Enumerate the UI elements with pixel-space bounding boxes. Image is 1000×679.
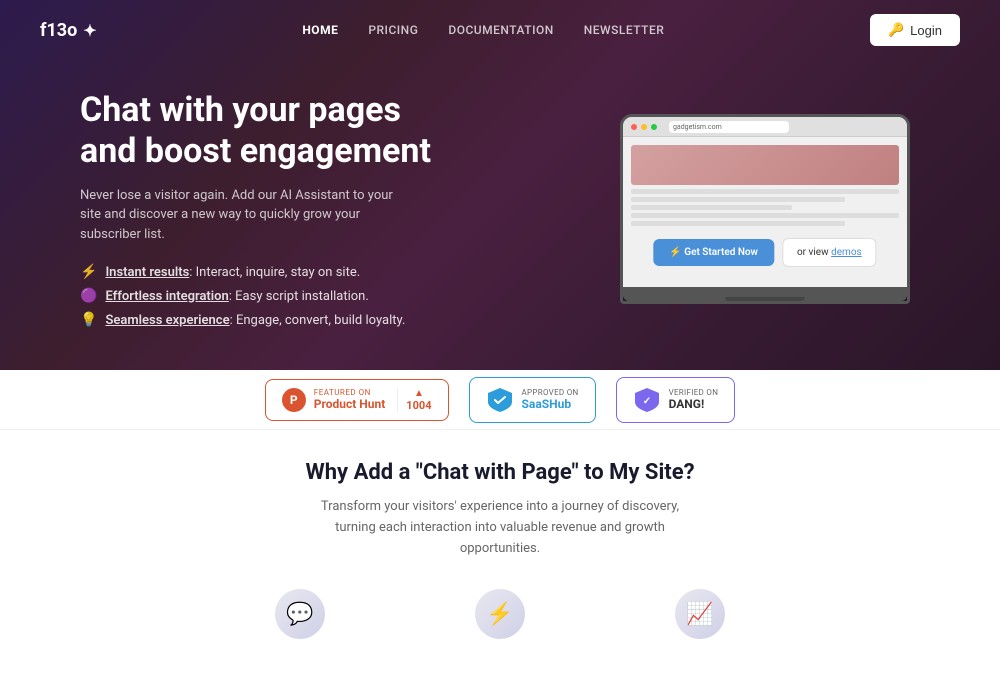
nav-pricing[interactable]: PRICING: [368, 23, 418, 37]
feature-integration: 🟣 Effortless integration: Easy script in…: [80, 288, 580, 304]
cta-primary-label: ⚡ Get Started Now: [669, 247, 758, 258]
feature-seamless-desc: : Engage, convert, build loyalty.: [230, 313, 406, 328]
producthunt-count: ▲ 1004: [397, 388, 431, 412]
upvote-count: 1004: [406, 399, 431, 412]
purple-icon: 🟣: [80, 288, 97, 304]
screen-image: [631, 145, 899, 185]
nav-newsletter[interactable]: NEWSLETTER: [584, 23, 665, 37]
saashub-approved: Approved on: [522, 388, 579, 397]
dang-shield-container: ✓: [633, 386, 661, 414]
logo-icon: ✦: [83, 21, 96, 40]
screen-line: [631, 221, 845, 226]
why-subtitle: Transform your visitors' experience into…: [310, 497, 690, 559]
svg-text:✓: ✓: [642, 396, 650, 407]
lightning-icon: ⚡: [80, 264, 97, 280]
feature-icon-engage: ⚡: [475, 589, 525, 639]
feature-instant-desc: : Interact, inquire, stay on site.: [189, 265, 360, 280]
producthunt-featured: FEATURED ON: [314, 388, 385, 397]
saashub-text: Approved on SaaSHub: [522, 388, 579, 411]
feature-card-engage: ⚡: [430, 589, 570, 639]
producthunt-icon: P: [282, 388, 306, 412]
screen-line: [631, 213, 899, 218]
screen-url: gadgetism.com: [669, 121, 789, 133]
dot-green: [651, 124, 657, 130]
hero-title: Chat with your pagesand boost engagement: [80, 90, 580, 172]
feature-integration-label: Effortless integration: [105, 289, 228, 304]
dang-text: Verified on DANG!: [669, 388, 719, 411]
nav-links: HOME PRICING DOCUMENTATION NEWSLETTER: [302, 23, 664, 37]
badges-section: P FEATURED ON Product Hunt ▲ 1004 Approv…: [0, 370, 1000, 430]
producthunt-name: Product Hunt: [314, 397, 385, 411]
screen-topbar: gadgetism.com: [623, 117, 907, 137]
feature-seamless: 💡 Seamless experience: Engage, convert, …: [80, 312, 580, 328]
saashub-shield-icon: [486, 386, 514, 414]
badge-producthunt[interactable]: P FEATURED ON Product Hunt ▲ 1004: [265, 379, 449, 421]
badge-dang[interactable]: ✓ Verified on DANG!: [616, 377, 736, 423]
login-icon: 🔑: [888, 22, 904, 38]
feature-card-grow: 📈: [630, 589, 770, 639]
why-section: Why Add a "Chat with Page" to My Site? T…: [0, 430, 1000, 679]
saashub-shield-container: [486, 386, 514, 414]
screen-body: ⚡ Get Started Now or view demos: [623, 137, 907, 234]
feature-instant: ⚡ Instant results: Interact, inquire, st…: [80, 264, 580, 280]
badge-saashub[interactable]: Approved on SaaSHub: [469, 377, 596, 423]
get-started-cta[interactable]: ⚡ Get Started Now: [653, 239, 774, 266]
why-title: Why Add a "Chat with Page" to My Site?: [40, 460, 960, 485]
navbar: f13o ✦ HOME PRICING DOCUMENTATION NEWSLE…: [0, 0, 1000, 60]
feature-icon-grow: 📈: [675, 589, 725, 639]
screen-line: [631, 197, 845, 202]
login-button[interactable]: 🔑 Login: [870, 14, 960, 46]
screen-line: [631, 189, 899, 194]
dang-shield-icon: ✓: [633, 386, 661, 414]
screen-text-lines: [631, 189, 899, 226]
demos-link[interactable]: demos: [831, 247, 862, 258]
hero-subtitle: Never lose a visitor again. Add our AI A…: [80, 186, 400, 245]
dot-red: [631, 124, 637, 130]
dang-name: DANG!: [669, 397, 719, 411]
feature-card-chat: 💬: [230, 589, 370, 639]
hero-content: Chat with your pagesand boost engagement…: [0, 60, 1000, 328]
laptop-base: [623, 287, 907, 301]
saashub-name: SaaSHub: [522, 397, 579, 411]
feature-integration-desc: : Easy script installation.: [229, 289, 369, 304]
laptop-mockup: gadgetism.com: [620, 114, 910, 304]
dot-yellow: [641, 124, 647, 130]
hero-image: gadgetism.com: [620, 114, 920, 304]
view-demos-cta[interactable]: or view demos: [782, 238, 877, 267]
upvote-arrow: ▲: [414, 388, 424, 399]
brand-logo[interactable]: f13o ✦: [40, 20, 97, 41]
features-row: 💬 ⚡ 📈: [40, 589, 960, 659]
cta-secondary-label: or view: [797, 247, 829, 258]
laptop-screen: gadgetism.com: [623, 117, 907, 287]
feature-seamless-label: Seamless experience: [105, 313, 229, 328]
nav-home[interactable]: HOME: [302, 23, 338, 37]
dang-verified: Verified on: [669, 388, 719, 397]
nav-documentation[interactable]: DOCUMENTATION: [448, 23, 553, 37]
chat-widget: ⚡ Get Started Now or view demos: [653, 238, 876, 267]
hero-features: ⚡ Instant results: Interact, inquire, st…: [80, 264, 580, 328]
login-label: Login: [910, 23, 942, 38]
bulb-icon: 💡: [80, 312, 97, 328]
screen-line: [631, 205, 792, 210]
feature-instant-label: Instant results: [105, 265, 189, 280]
logo-text: f13o: [40, 20, 77, 41]
hero-text: Chat with your pagesand boost engagement…: [80, 90, 580, 328]
producthunt-text: FEATURED ON Product Hunt: [314, 388, 385, 411]
feature-icon-chat: 💬: [275, 589, 325, 639]
